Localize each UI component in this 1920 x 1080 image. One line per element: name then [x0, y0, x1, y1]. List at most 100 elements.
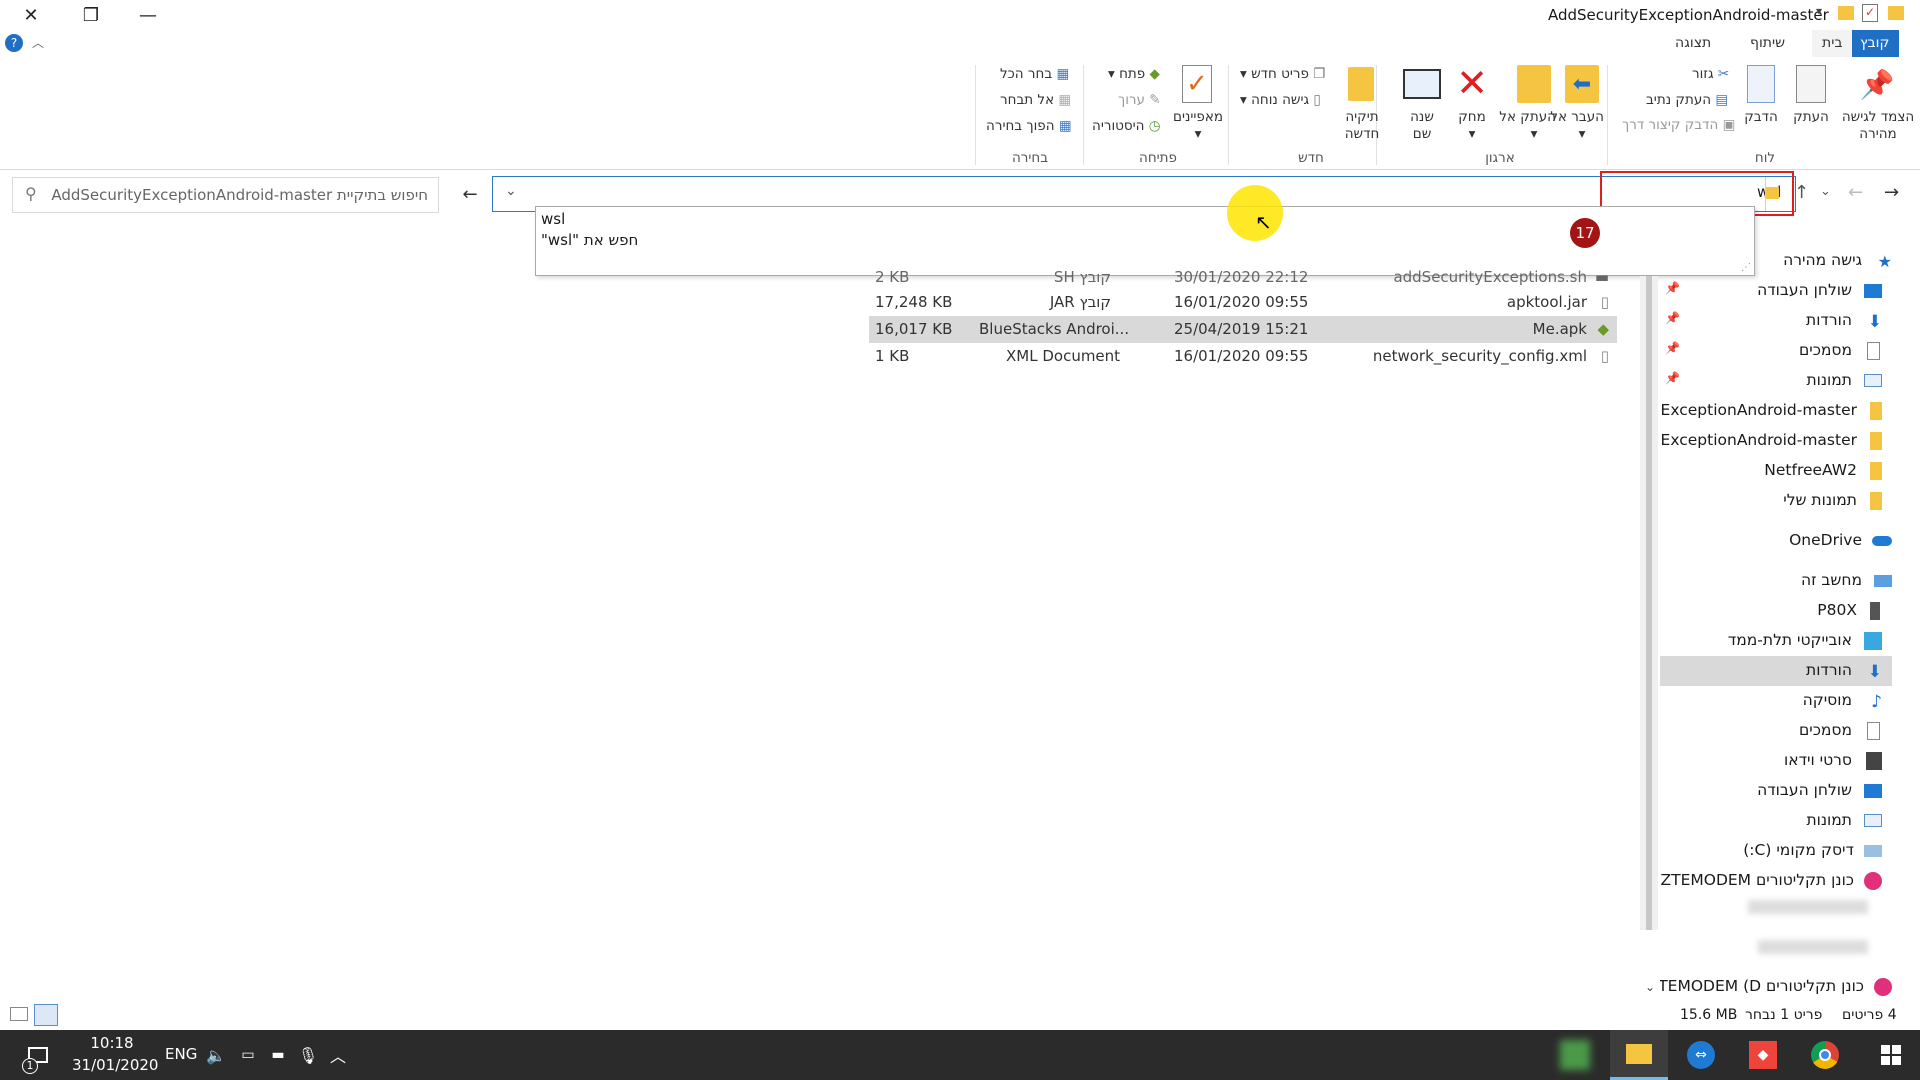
paste-button[interactable]: הדבק: [1740, 109, 1782, 126]
select-none-button[interactable]: ▦ אל תבחר: [1000, 92, 1071, 108]
folder-icon: [1838, 6, 1854, 20]
details-view-icon[interactable]: [10, 1007, 28, 1021]
open-button[interactable]: ◆ פתח ▾: [1108, 66, 1160, 82]
nav-pictures[interactable]: תמונות: [1660, 806, 1882, 836]
properties-icon[interactable]: ✓: [1862, 4, 1878, 22]
copy-to-button[interactable]: העתק אל ▾: [1499, 109, 1556, 143]
language-indicator[interactable]: ENG: [165, 1045, 197, 1063]
nav-scrollbar[interactable]: [1640, 276, 1658, 930]
up-button[interactable]: ↑: [1794, 182, 1809, 203]
clock-time[interactable]: 10:18: [72, 1034, 152, 1052]
paste-icon: [1747, 65, 1775, 103]
nav-downloads-selected[interactable]: ⬇ הורדות: [1660, 656, 1892, 686]
nav-documents[interactable]: מסמכים: [1660, 336, 1882, 366]
delete-button[interactable]: מחק ▾: [1452, 109, 1492, 143]
pin-icon[interactable]: 📌: [1665, 371, 1680, 385]
disk-icon: [1864, 845, 1882, 857]
qat-dropdown-icon[interactable]: ▾: [1816, 4, 1822, 18]
chrome-icon[interactable]: [1796, 1030, 1854, 1080]
select-all-button[interactable]: ▦ בחר הכל: [1000, 66, 1069, 82]
file-row[interactable]: ▯ apktool.jar 16/01/2020 09:55 קובץ JAR …: [869, 289, 1617, 316]
nav-local-disk[interactable]: דיסק מקומי (C:): [1660, 836, 1882, 866]
suggestion-item[interactable]: wsl: [541, 210, 565, 228]
back-button[interactable]: →: [1884, 182, 1899, 203]
nav-quick-access[interactable]: ★ גישה מהירה: [1660, 246, 1892, 276]
pin-quick-access-button[interactable]: הצמד לגישה מהירה: [1838, 109, 1918, 143]
search-box[interactable]: חיפוש בתיקיית AddSecurityExceptionAndroi…: [12, 177, 439, 213]
rename-button[interactable]: שנה שם: [1402, 109, 1442, 143]
battery-icon[interactable]: ▬: [265, 1030, 291, 1080]
anydesk-icon[interactable]: ◆: [1734, 1030, 1792, 1080]
history-button[interactable]: ◷ היסטוריה: [1092, 118, 1161, 134]
nav-3d-objects[interactable]: אובייקטי תלת-ממד: [1660, 626, 1882, 656]
music-icon: ♪: [1871, 692, 1882, 712]
nav-videos[interactable]: סרטי וידאו: [1660, 746, 1882, 776]
recent-locations-icon[interactable]: ⌄: [1820, 184, 1831, 199]
move-to-button[interactable]: העבר אל ▾: [1550, 109, 1604, 143]
network-icon[interactable]: ▭: [235, 1030, 261, 1080]
desktop-icon: [1864, 284, 1882, 298]
action-center-icon[interactable]: [8, 1030, 68, 1080]
pin-icon[interactable]: 📌: [1665, 311, 1680, 325]
teamviewer-icon[interactable]: ⇔: [1672, 1030, 1730, 1080]
edit-button[interactable]: ✎ ערוך: [1118, 92, 1161, 108]
microphone-icon[interactable]: 🎙: [295, 1030, 321, 1080]
nav-folder[interactable]: תמונות שלי: [1660, 486, 1882, 516]
tab-view[interactable]: תצוגה: [1665, 30, 1721, 57]
nav-folder[interactable]: AddSecurityExceptionAndroid-master: [1660, 396, 1882, 426]
nav-drive[interactable]: P80X: [1660, 596, 1882, 626]
copy-button[interactable]: העתק: [1790, 109, 1832, 126]
invert-selection-button[interactable]: ▦ הפוך בחירה: [986, 118, 1072, 134]
forward-button[interactable]: ←: [1848, 182, 1863, 203]
scroll-thumb[interactable]: [1646, 276, 1652, 930]
close-window-button[interactable]: ✕: [8, 0, 54, 30]
nav-pictures[interactable]: תמונות: [1660, 366, 1882, 396]
start-button[interactable]: [1862, 1030, 1920, 1080]
nav-desktop[interactable]: שולחן העבודה: [1660, 776, 1882, 806]
scroll-down-icon[interactable]: ⌄: [1645, 980, 1655, 994]
large-icons-view-icon[interactable]: [34, 1004, 58, 1026]
easy-access-button[interactable]: ▯ גישה נוחה ▾: [1240, 92, 1321, 108]
nav-onedrive[interactable]: OneDrive: [1660, 526, 1892, 556]
minimize-window-button[interactable]: —: [125, 0, 171, 30]
address-dropdown-icon[interactable]: ⌄: [505, 183, 517, 199]
file-date: 30/01/2020 22:12: [1174, 268, 1309, 286]
nav-this-pc[interactable]: מחשב זה: [1660, 566, 1892, 596]
blurred-app-icon[interactable]: [1560, 1040, 1590, 1070]
suggestion-search-item[interactable]: חפש את "wsl": [541, 231, 638, 249]
file-explorer-taskbar-icon[interactable]: [1610, 1030, 1668, 1080]
file-date: 25/04/2019 15:21: [1174, 320, 1309, 338]
nav-folder[interactable]: NetfreeAW2: [1660, 456, 1882, 486]
file-size: 16,017 KB: [875, 320, 953, 338]
file-row[interactable]: ▬ addSecurityExceptions.sh 30/01/2020 22…: [869, 264, 1617, 291]
new-folder-button[interactable]: תיקיה חדשה: [1338, 109, 1386, 143]
new-item-button[interactable]: ❐ פריט חדש ▾: [1240, 66, 1325, 82]
paste-shortcut-button[interactable]: ▣ הדבק קיצור דרך: [1622, 117, 1735, 133]
nav-desktop[interactable]: שולחן העבודה: [1660, 276, 1882, 306]
nav-folder[interactable]: AddSecurityExceptionAndroid-master: [1660, 426, 1882, 456]
notification-count: 1: [22, 1058, 38, 1074]
file-row[interactable]: ▯ network_security_config.xml 16/01/2020…: [869, 343, 1617, 370]
nav-cd-drive[interactable]: כונן תקליטורים ZTEMODEM (:: [1660, 866, 1882, 896]
nav-music[interactable]: ♪ מוסיקה: [1660, 686, 1882, 716]
collapse-ribbon-icon[interactable]: ︿: [32, 34, 44, 51]
tab-share[interactable]: שיתוף: [1740, 30, 1795, 57]
nav-documents[interactable]: מסמכים: [1660, 716, 1882, 746]
nav-downloads[interactable]: ⬇ הורדות: [1660, 306, 1882, 336]
clock-date[interactable]: 31/01/2020: [72, 1056, 158, 1074]
pin-icon[interactable]: 📌: [1665, 281, 1680, 295]
new-folder-icon: [1348, 67, 1374, 101]
copy-path-button[interactable]: ▤ העתק נתיב: [1646, 92, 1728, 108]
volume-icon[interactable]: 🔈: [203, 1030, 229, 1080]
refresh-button[interactable]: ←: [452, 177, 488, 213]
nav-cd-drive[interactable]: כונן תקליטורים ZTEMODEM (D:: [1660, 972, 1892, 1002]
help-icon[interactable]: ?: [5, 34, 23, 52]
tab-file[interactable]: קובץ: [1850, 30, 1900, 57]
tab-home[interactable]: בית: [1812, 30, 1853, 57]
file-row[interactable]: ◆ Me.apk 25/04/2019 15:21 BlueStacks And…: [869, 316, 1617, 343]
restore-window-button[interactable]: ❐: [68, 0, 114, 30]
cut-button[interactable]: ✂ גזור: [1692, 66, 1729, 82]
pin-icon[interactable]: 📌: [1665, 341, 1680, 355]
properties-button[interactable]: מאפיינים ▾: [1173, 109, 1223, 143]
show-hidden-icons-icon[interactable]: ︿: [325, 1030, 351, 1080]
